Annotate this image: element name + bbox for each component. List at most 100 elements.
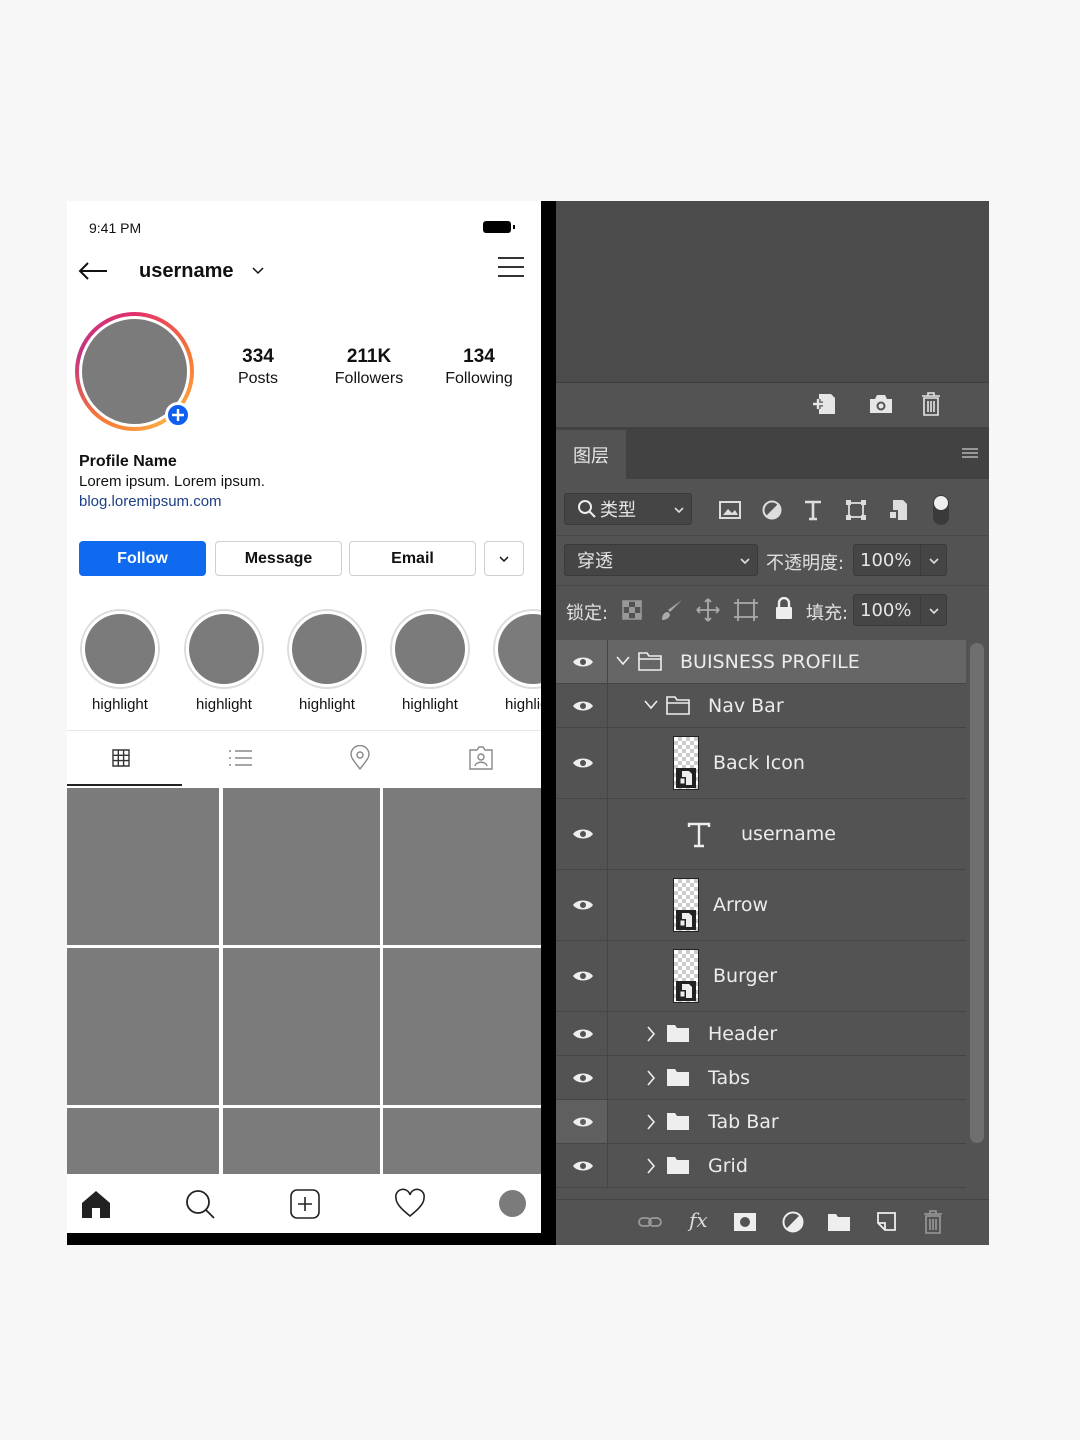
post-thumbnail[interactable]: [67, 1108, 219, 1174]
chevron-down-icon[interactable]: [251, 263, 265, 277]
layer-row-group[interactable]: Nav Bar: [556, 684, 966, 728]
back-arrow-icon[interactable]: [77, 259, 109, 283]
eye-icon[interactable]: [572, 699, 594, 713]
post-thumbnail[interactable]: [223, 788, 380, 945]
list-icon[interactable]: [227, 745, 253, 771]
chevron-down-icon[interactable]: [644, 700, 658, 710]
add-story-plus-icon[interactable]: [165, 402, 191, 428]
stat-posts[interactable]: 334 Posts: [203, 346, 313, 388]
follow-button[interactable]: Follow: [79, 541, 206, 576]
layer-row-group[interactable]: Header: [556, 1012, 966, 1056]
fx-icon[interactable]: fx: [689, 1208, 708, 1232]
burger-menu-icon[interactable]: [497, 255, 525, 279]
trash-icon[interactable]: [921, 1210, 945, 1234]
post-thumbnail[interactable]: [383, 788, 541, 945]
eye-icon[interactable]: [572, 1159, 594, 1173]
blend-mode-select[interactable]: 穿透: [564, 544, 758, 576]
profile-avatar[interactable]: [499, 1190, 526, 1217]
eye-icon[interactable]: [572, 1115, 594, 1129]
tab-layers[interactable]: 图层: [556, 430, 626, 479]
camera-icon[interactable]: [868, 393, 894, 415]
post-thumbnail[interactable]: [223, 948, 380, 1105]
chevron-right-icon[interactable]: [646, 1158, 656, 1174]
post-thumbnail[interactable]: [223, 1108, 380, 1174]
chevron-right-icon[interactable]: [646, 1070, 656, 1086]
eye-icon[interactable]: [572, 655, 594, 669]
heart-icon[interactable]: [394, 1188, 426, 1220]
scrollbar-thumb[interactable]: [970, 643, 984, 1143]
add-post-icon[interactable]: [289, 1188, 321, 1220]
grid-icon[interactable]: [108, 745, 134, 771]
eye-icon[interactable]: [572, 1027, 594, 1041]
profile-link[interactable]: blog.loremipsum.com: [79, 493, 222, 510]
new-snapshot-icon[interactable]: [811, 392, 837, 416]
email-button[interactable]: Email: [349, 541, 476, 576]
eye-icon[interactable]: [572, 756, 594, 770]
filter-type-select[interactable]: 类型: [564, 493, 692, 525]
panel-upper-area: [556, 201, 989, 382]
chevron-down-icon[interactable]: [928, 605, 940, 617]
story-highlight[interactable]: highlight: [79, 609, 161, 713]
post-thumbnail[interactable]: [383, 1108, 541, 1174]
chevron-down-icon[interactable]: [616, 656, 630, 666]
layer-row-group[interactable]: Grid: [556, 1144, 966, 1188]
story-highlight[interactable]: highlight: [389, 609, 471, 713]
smart-object-badge-icon: [676, 768, 696, 788]
story-highlight[interactable]: highlight: [492, 609, 541, 713]
opacity-input[interactable]: 100%: [853, 544, 947, 576]
eye-icon[interactable]: [572, 1071, 594, 1085]
bottom-tab-bar: [67, 1174, 541, 1233]
layer-row-smart-object[interactable]: Arrow: [556, 870, 966, 941]
story-highlight[interactable]: highlight: [286, 609, 368, 713]
lock-transparent-pixels-icon[interactable]: [622, 600, 642, 620]
adjustment-filter-icon[interactable]: [762, 500, 782, 520]
lock-artboard-icon[interactable]: [733, 598, 759, 622]
post-thumbnail[interactable]: [67, 788, 219, 945]
post-thumbnail[interactable]: [67, 948, 219, 1105]
eye-icon[interactable]: [572, 969, 594, 983]
mask-icon[interactable]: [733, 1210, 757, 1234]
layer-row-group[interactable]: Tab Bar: [556, 1100, 966, 1144]
layer-row-text[interactable]: username: [556, 799, 966, 870]
adjustment-icon[interactable]: [781, 1210, 805, 1234]
smart-object-filter-icon[interactable]: [887, 499, 909, 521]
folder-icon: [667, 1113, 689, 1130]
nav-username[interactable]: username: [139, 260, 234, 283]
fill-value: 100%: [860, 599, 912, 621]
location-pin-icon[interactable]: [347, 745, 373, 771]
phone-bottom-frame: [67, 1233, 541, 1245]
lock-image-pixels-icon[interactable]: [660, 598, 684, 622]
eye-icon[interactable]: [572, 827, 594, 841]
stat-following[interactable]: 134 Following: [424, 346, 534, 388]
layer-row-smart-object[interactable]: Back Icon: [556, 728, 966, 799]
folder-icon[interactable]: [827, 1210, 851, 1234]
trash-icon[interactable]: [920, 392, 942, 416]
layer-row-smart-object[interactable]: Burger: [556, 941, 966, 1012]
pixel-layer-filter-icon[interactable]: [719, 501, 741, 519]
post-thumbnail[interactable]: [383, 948, 541, 1105]
layer-name: Tabs: [708, 1067, 751, 1089]
more-options-button[interactable]: [484, 541, 524, 576]
lock-position-icon[interactable]: [696, 598, 720, 622]
filter-toggle-switch[interactable]: [933, 495, 949, 525]
layer-row-group[interactable]: BUISNESS PROFILE: [556, 640, 966, 684]
type-filter-icon[interactable]: [803, 499, 823, 521]
home-icon[interactable]: [80, 1188, 112, 1220]
story-highlight[interactable]: highlight: [183, 609, 265, 713]
chevron-right-icon[interactable]: [646, 1114, 656, 1130]
link-icon[interactable]: [638, 1210, 662, 1234]
tagged-user-icon[interactable]: [468, 745, 494, 771]
highlight-cover: [184, 609, 264, 689]
stat-followers[interactable]: 211K Followers: [314, 346, 424, 388]
eye-icon[interactable]: [572, 898, 594, 912]
chevron-right-icon[interactable]: [646, 1026, 656, 1042]
search-icon[interactable]: [184, 1188, 216, 1220]
shape-filter-icon[interactable]: [845, 499, 867, 521]
layer-row-group[interactable]: Tabs: [556, 1056, 966, 1100]
chevron-down-icon[interactable]: [928, 555, 940, 567]
fill-input[interactable]: 100%: [853, 594, 947, 626]
message-button[interactable]: Message: [215, 541, 342, 576]
panel-menu-icon[interactable]: [961, 447, 979, 461]
lock-all-icon[interactable]: [774, 597, 794, 621]
new-layer-icon[interactable]: [874, 1210, 898, 1234]
